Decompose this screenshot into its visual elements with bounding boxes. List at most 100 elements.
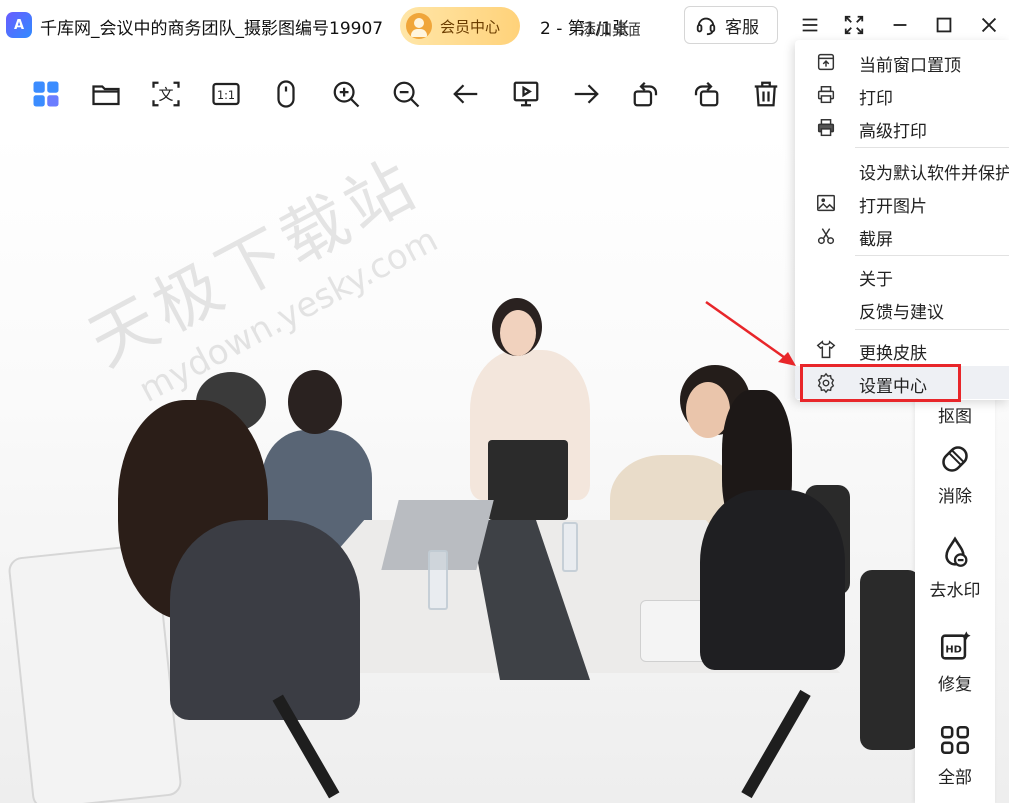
text-recognize-button[interactable]: 文 bbox=[148, 76, 184, 112]
open-image-icon bbox=[815, 192, 837, 214]
rotate-right-button[interactable] bbox=[688, 76, 724, 112]
maximize-button[interactable] bbox=[931, 12, 957, 38]
all-tools-button[interactable]: 全部 bbox=[915, 723, 995, 803]
menu-item-label: 当前窗口置顶 bbox=[859, 56, 961, 76]
menu-item-print[interactable]: 打印 bbox=[795, 78, 1009, 111]
eraser-icon bbox=[942, 446, 968, 472]
menu-divider bbox=[855, 255, 1009, 256]
person bbox=[500, 310, 536, 356]
main-dropdown-menu: 当前窗口置顶 打印 高级打印 设为默认软件并保护 打开图片 截屏 关于 反馈与建… bbox=[795, 40, 1009, 400]
add-desktop-icon-hint[interactable]: 添加桌面图标 bbox=[580, 16, 640, 39]
menu-item-about[interactable]: 关于 bbox=[795, 259, 1009, 292]
app-logo-icon: A bbox=[6, 12, 32, 38]
eraser-label: 消除 bbox=[938, 487, 972, 507]
menu-item-advanced-print[interactable]: 高级打印 bbox=[795, 111, 1009, 144]
maximize-icon bbox=[936, 17, 952, 33]
advanced-print-icon bbox=[815, 117, 837, 139]
menu-item-label: 高级打印 bbox=[859, 122, 927, 142]
cutout-label: 抠图 bbox=[938, 407, 972, 427]
eraser-tool[interactable]: 消除 bbox=[915, 442, 995, 522]
table-leg bbox=[741, 689, 811, 799]
menu-divider bbox=[855, 329, 1009, 330]
menu-item-feedback[interactable]: 反馈与建议 bbox=[795, 292, 1009, 325]
ai-tools-panel: 抠图 消除 去水印 HD 修复 全部 bbox=[915, 390, 995, 803]
previous-icon bbox=[453, 84, 478, 104]
cutout-tool[interactable]: 抠图 bbox=[915, 398, 995, 438]
apps-icon bbox=[33, 81, 59, 107]
print-icon bbox=[815, 84, 837, 106]
hd-repair-icon: HD bbox=[940, 631, 971, 660]
menu-divider bbox=[855, 147, 1009, 148]
customer-service-label: 客服 bbox=[725, 17, 759, 38]
window-title: 千库网_会议中的商务团队_摄影图编号19907 2 - 第1/1张 添加桌面图标 bbox=[40, 14, 640, 39]
vip-center-label: 会员中心 bbox=[440, 17, 501, 36]
fullscreen-button[interactable] bbox=[841, 12, 867, 38]
menu-item-label: 更换皮肤 bbox=[859, 344, 927, 364]
zoom-out-button[interactable] bbox=[388, 76, 424, 112]
apps-button[interactable] bbox=[28, 76, 64, 112]
close-icon bbox=[981, 17, 997, 33]
delete-icon bbox=[754, 81, 778, 107]
hd-glyph: HD bbox=[945, 645, 962, 656]
actual-size-icon: 1:1 bbox=[212, 82, 240, 106]
close-button[interactable] bbox=[976, 12, 1002, 38]
remove-watermark-label: 去水印 bbox=[929, 581, 981, 601]
screenshot-icon bbox=[815, 225, 837, 247]
rotate-left-icon bbox=[633, 81, 658, 107]
zoom-in-icon bbox=[333, 81, 360, 108]
ocr-glyph: 文 bbox=[158, 86, 173, 104]
all-tools-label: 全部 bbox=[938, 768, 972, 788]
customer-service-button[interactable]: 客服 bbox=[684, 6, 778, 44]
person bbox=[288, 370, 342, 434]
next-icon bbox=[574, 84, 599, 104]
actual-size-button[interactable]: 1:1 bbox=[208, 76, 244, 112]
rotate-right-icon bbox=[694, 81, 719, 107]
actual-size-label: 1:1 bbox=[217, 89, 235, 102]
slideshow-button[interactable] bbox=[508, 76, 544, 112]
menu-item-pin-top[interactable]: 当前窗口置顶 bbox=[795, 45, 1009, 78]
minimize-icon bbox=[893, 24, 907, 26]
menu-item-screenshot[interactable]: 截屏 bbox=[795, 219, 1009, 252]
pin-top-icon bbox=[815, 51, 837, 73]
menu-item-label: 打开图片 bbox=[859, 197, 927, 217]
hd-repair-label: 修复 bbox=[938, 675, 972, 695]
zoom-in-button[interactable] bbox=[328, 76, 364, 112]
image-toolbar: 文 1:1 bbox=[0, 68, 800, 124]
menu-item-label: 关于 bbox=[859, 270, 893, 290]
headset-icon bbox=[696, 17, 716, 36]
hd-repair-tool[interactable]: HD 修复 bbox=[915, 630, 995, 710]
fullscreen-icon bbox=[844, 15, 864, 35]
delete-image-button[interactable] bbox=[748, 76, 784, 112]
open-folder-button[interactable] bbox=[88, 76, 124, 112]
menu-item-label: 设为默认软件并保护 bbox=[859, 164, 1009, 184]
mouse-mode-button[interactable] bbox=[268, 76, 304, 112]
chair bbox=[860, 570, 920, 750]
next-image-button[interactable] bbox=[568, 76, 604, 112]
zoom-out-icon bbox=[393, 81, 420, 108]
menu-item-label: 反馈与建议 bbox=[859, 303, 944, 323]
watermark: 天极下载站 mydown.yesky.com bbox=[70, 131, 452, 420]
remove-watermark-icon bbox=[945, 536, 968, 567]
mouse-icon bbox=[277, 80, 295, 108]
person bbox=[488, 440, 568, 520]
vip-center-button[interactable]: 会员中心 bbox=[400, 7, 520, 45]
person bbox=[700, 490, 845, 670]
folder-icon bbox=[92, 85, 120, 106]
vip-avatar-icon bbox=[406, 13, 432, 39]
text-recognize-icon: 文 bbox=[152, 81, 180, 107]
remove-watermark-tool[interactable]: 去水印 bbox=[915, 536, 995, 616]
menu-item-change-skin[interactable]: 更换皮肤 bbox=[795, 333, 1009, 366]
water-glass bbox=[428, 550, 448, 610]
rotate-left-button[interactable] bbox=[628, 76, 664, 112]
all-tools-icon bbox=[940, 725, 970, 755]
menu-item-label: 打印 bbox=[859, 89, 893, 109]
window-title-main: 千库网_会议中的商务团队_摄影图编号19907 bbox=[40, 19, 384, 39]
annotation-highlight-box bbox=[800, 364, 961, 402]
previous-image-button[interactable] bbox=[448, 76, 484, 112]
skin-icon bbox=[815, 339, 837, 361]
menu-item-set-default[interactable]: 设为默认软件并保护 bbox=[795, 153, 1009, 186]
main-menu-button[interactable] bbox=[797, 12, 823, 38]
slideshow-icon bbox=[513, 81, 539, 107]
minimize-button[interactable] bbox=[887, 12, 913, 38]
menu-item-open-image[interactable]: 打开图片 bbox=[795, 186, 1009, 219]
